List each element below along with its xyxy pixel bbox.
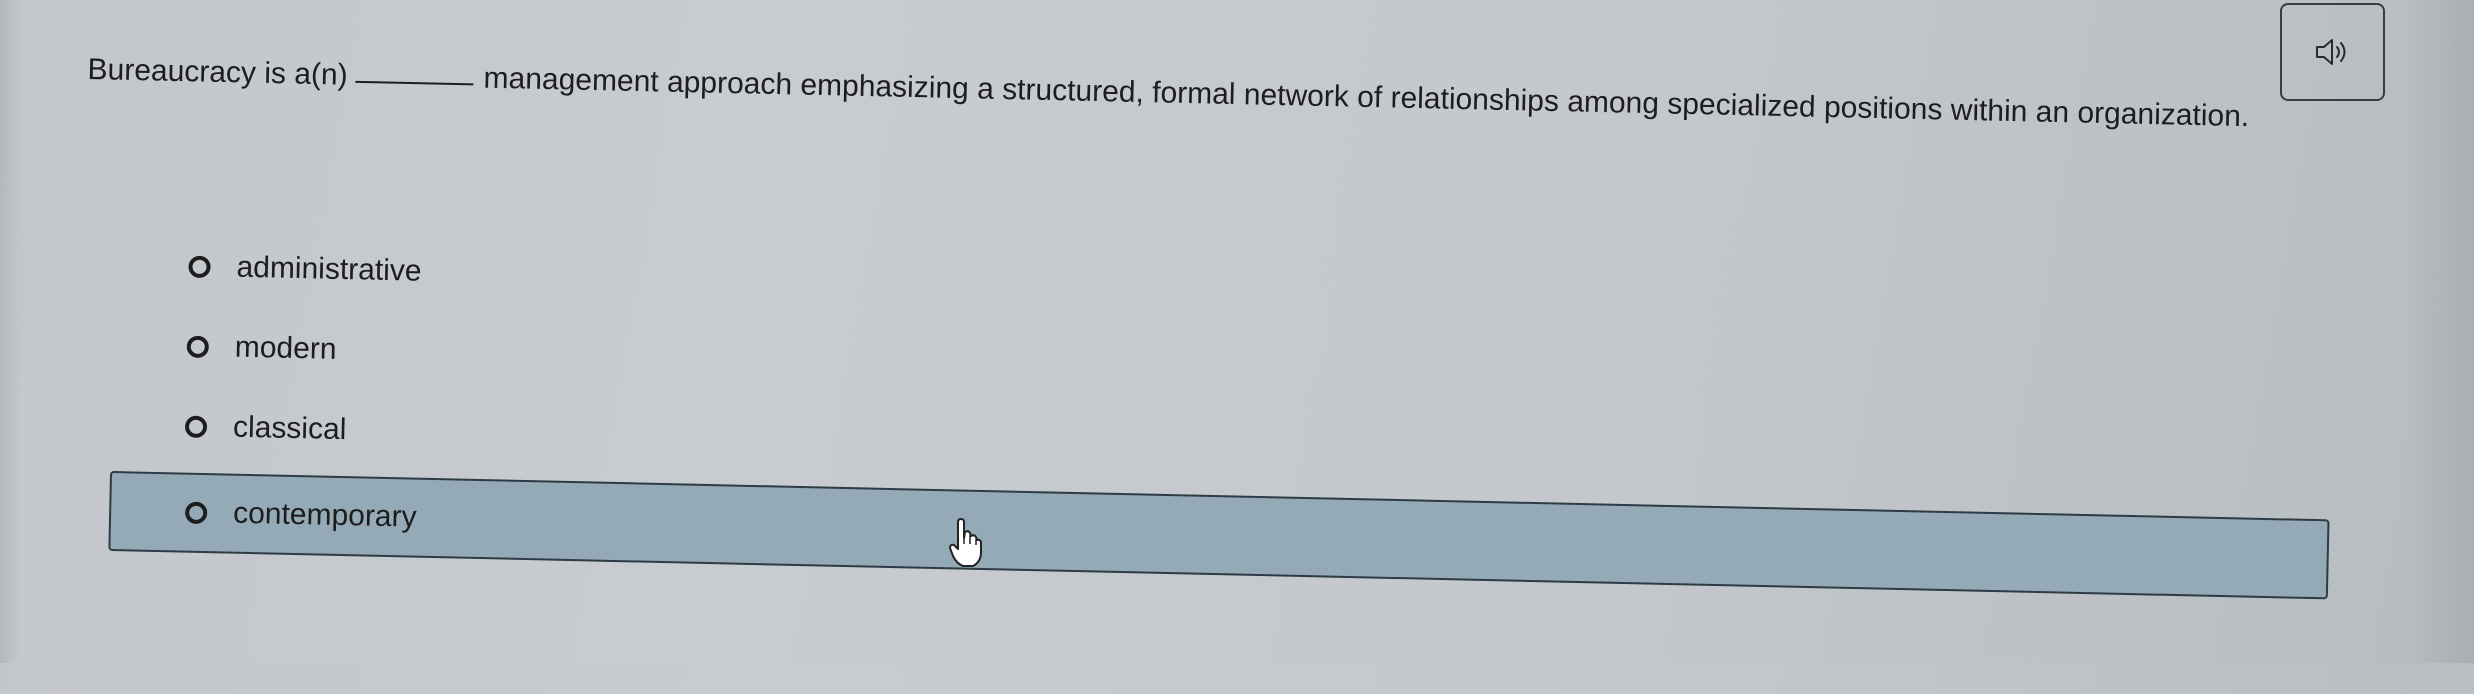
option-label: modern <box>234 330 337 366</box>
screen-edge-right <box>2404 0 2474 663</box>
audio-button[interactable] <box>2280 3 2385 101</box>
radio-button[interactable] <box>184 415 208 439</box>
radio-button[interactable] <box>184 501 208 525</box>
option-label: contemporary <box>232 496 417 534</box>
screen-edge-left <box>0 0 20 663</box>
radio-button[interactable] <box>188 255 211 279</box>
radio-button[interactable] <box>186 335 210 359</box>
option-label: administrative <box>236 250 422 288</box>
question-prefix: Bureaucracy is a(n) <box>87 52 349 92</box>
answer-options: administrative modern classical contempo… <box>106 245 2354 694</box>
answer-blank <box>355 80 474 86</box>
question-text: Bureaucracy is a(n) management approach e… <box>86 52 2408 203</box>
speaker-icon <box>2315 39 2345 65</box>
question-suffix: management approach emphasizing a struct… <box>483 61 2250 134</box>
option-label: classical <box>232 410 347 447</box>
hand-cursor-icon <box>949 518 982 567</box>
